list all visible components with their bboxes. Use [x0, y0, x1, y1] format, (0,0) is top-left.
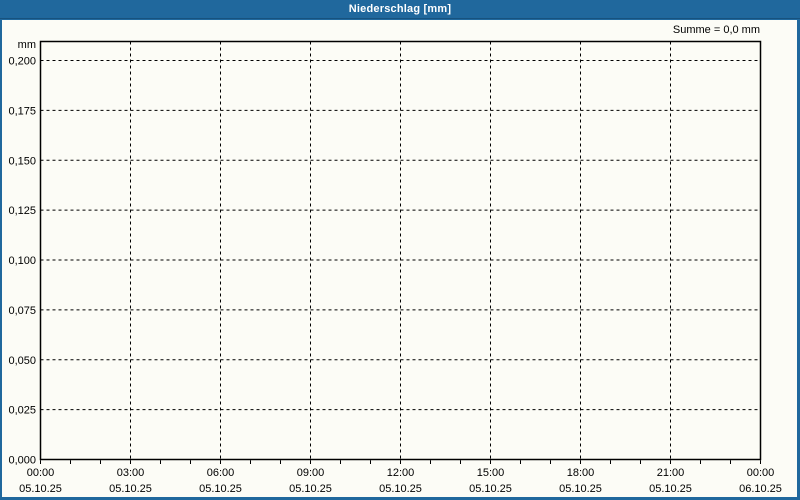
x-date-label: 05.10.25 — [559, 483, 602, 495]
x-time-label: 15:00 — [477, 467, 505, 479]
x-date-label: 05.10.25 — [649, 483, 692, 495]
x-tick-labels: 00:00 03:00 06:00 09:00 12:00 15:00 18:00 21:00… — [27, 467, 775, 479]
x-time-label: 12:00 — [387, 467, 415, 479]
x-date-label: 05.10.25 — [289, 483, 332, 495]
y-tick-labels: 0,000 0,025 0,050 0,075 0,100 0,125 0,150 0,175… — [8, 56, 36, 467]
x-date-label: 05.10.25 — [19, 483, 62, 495]
x-date-label: 05.10.25 — [469, 483, 512, 495]
x-gridlines — [130, 41, 671, 460]
x-date-label: 05.10.25 — [379, 483, 422, 495]
x-date-label: 05.10.25 — [199, 483, 242, 495]
x-time-label: 00:00 — [747, 467, 775, 479]
y-tick-label: 0,100 — [8, 255, 36, 267]
x-time-label: 03:00 — [117, 467, 145, 479]
precipitation-chart: 0,000 0,025 0,050 0,075 0,100 0,125 0,150 0,175… — [8, 39, 782, 495]
y-tick-label: 0,075 — [8, 305, 36, 317]
y-tick-label: 0,150 — [8, 155, 36, 167]
y-tick-label: 0,125 — [8, 205, 36, 217]
chart-window: Niederschlag [mm] Summe = 0,0 mm 0,000 0,… — [0, 0, 800, 500]
y-axis-unit: mm — [18, 39, 36, 51]
y-tick-label: 0,025 — [8, 405, 36, 417]
x-date-labels: 05.10.25 05.10.25 05.10.25 05.10.25 05.10.25… — [19, 483, 782, 495]
y-tick-label: 0,200 — [8, 56, 36, 68]
x-date-label: 05.10.25 — [109, 483, 152, 495]
x-time-label: 09:00 — [297, 467, 325, 479]
x-time-label: 06:00 — [207, 467, 235, 479]
x-axis-ticks — [40, 460, 761, 464]
x-time-label: 18:00 — [567, 467, 595, 479]
x-date-label: 06.10.25 — [739, 483, 782, 495]
y-tick-label: 0,000 — [8, 455, 36, 467]
x-time-label: 00:00 — [27, 467, 55, 479]
y-axis-unit-label: mm — [18, 39, 36, 51]
y-tick-label: 0,050 — [8, 355, 36, 367]
y-tick-label: 0,175 — [8, 105, 36, 117]
x-time-label: 21:00 — [657, 467, 685, 479]
